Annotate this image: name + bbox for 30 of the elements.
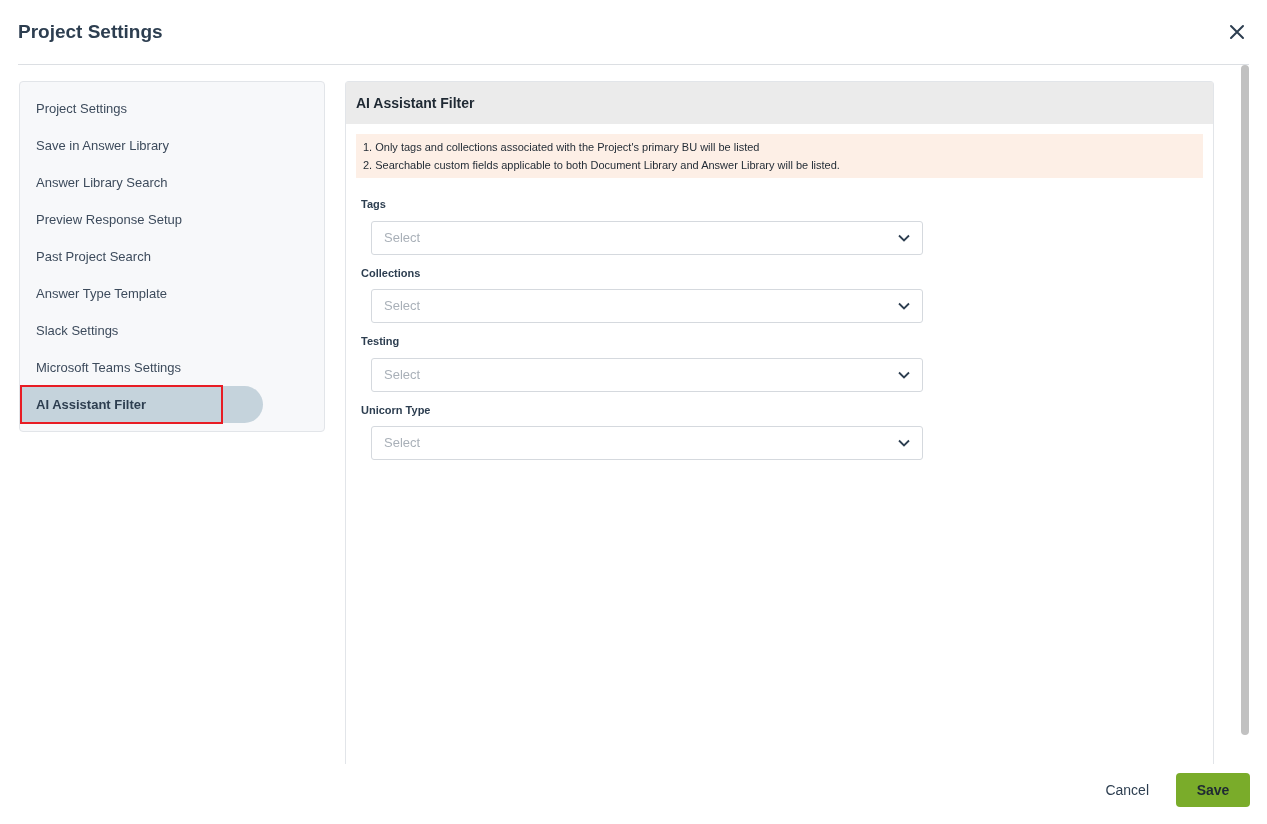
placeholder-text: Select xyxy=(384,365,421,384)
panel-header: AI Assistant Filter xyxy=(346,82,1213,124)
sidebar-item[interactable]: Answer Library Search xyxy=(20,164,168,201)
placeholder-text: Select xyxy=(384,297,421,316)
sidebar-item[interactable]: AI Assistant Filter xyxy=(20,386,263,423)
field-label: Collections xyxy=(361,265,422,281)
sidebar-item[interactable]: Answer Type Template xyxy=(20,275,168,312)
scrollbar-thumb[interactable] xyxy=(1241,65,1249,735)
sidebar-item[interactable]: Preview Response Setup xyxy=(20,201,182,238)
chevron-down-icon xyxy=(898,370,910,379)
chevron-down-icon xyxy=(898,439,910,447)
notice-text: 2. Searchable custom fields applicable to both Document Library and Answer Library will be listed. xyxy=(363,158,841,173)
dialog-title: Project Settings xyxy=(18,19,163,44)
sidebar-item[interactable]: Slack Settings xyxy=(20,312,119,349)
close-icon xyxy=(1229,24,1245,40)
chevron-down-icon xyxy=(898,302,910,310)
field-label: Tags xyxy=(361,197,387,212)
placeholder-text: Select xyxy=(384,434,421,453)
field-label: Testing xyxy=(361,334,401,349)
close-button[interactable] xyxy=(1227,22,1247,42)
sidebar-item[interactable]: Past Project Search xyxy=(20,238,151,275)
placeholder-text: Select xyxy=(384,228,421,247)
sidebar-item[interactable]: Project Settings xyxy=(20,90,128,127)
notice-text: 1. Only tags and collections associated with the Project's primary BU will be listed xyxy=(363,140,761,155)
field-label: Unicorn Type xyxy=(361,402,432,418)
cancel-button[interactable]: Cancel xyxy=(1103,779,1151,801)
sidebar-item[interactable]: Save in Answer Library xyxy=(20,127,169,164)
save-button[interactable]: Save xyxy=(1176,773,1250,807)
sidebar-item[interactable]: Microsoft Teams Settings xyxy=(20,349,181,386)
chevron-down-icon xyxy=(898,233,910,242)
